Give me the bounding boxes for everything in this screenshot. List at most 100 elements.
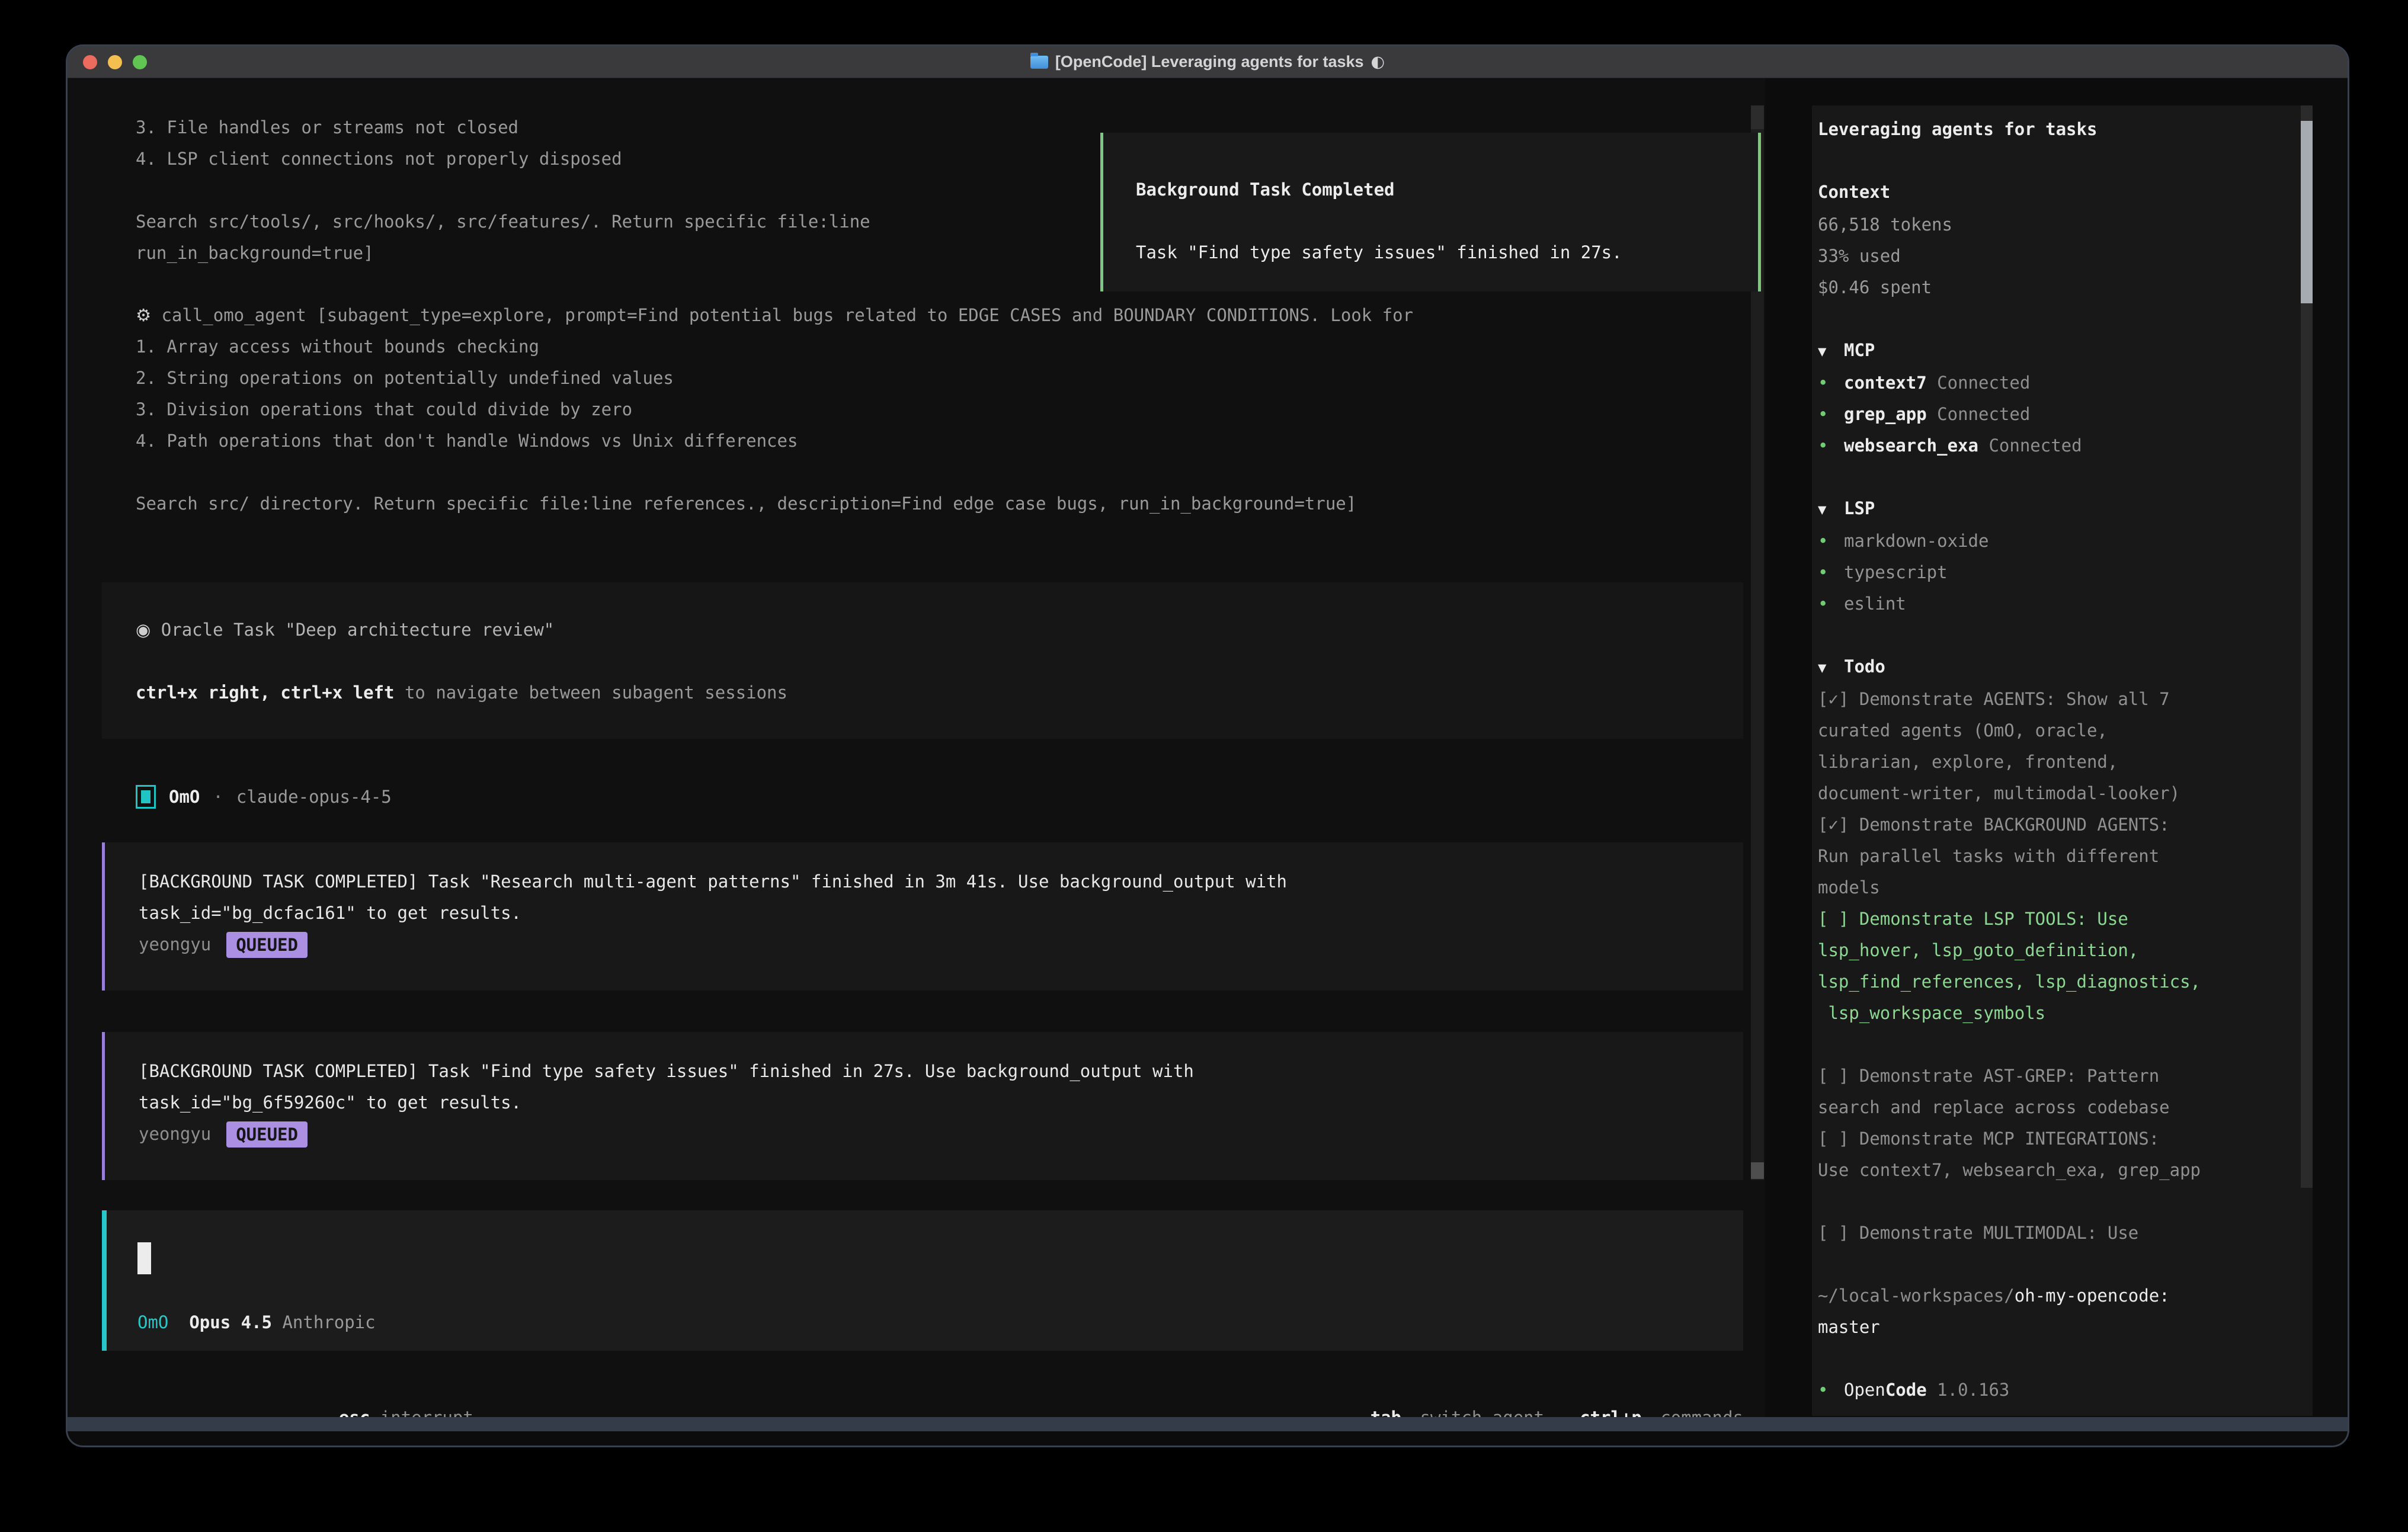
todo-line: curated agents (OmO, oracle, [1818,715,2292,746]
todo-line: [ ] Demonstrate LSP TOOLS: Use [1818,903,2292,935]
status-dot-icon: • [1818,1374,1844,1406]
status-dot-icon: • [1818,525,1844,557]
task-result-line2: task_id="bg_dcfac161" to get results. [139,898,1709,929]
prompt-input[interactable]: OmO Opus 4.5 Anthropic [102,1210,1743,1351]
task-author: yeongyu [139,929,211,960]
todo-line: Use context7, websearch_exa, grep_app [1818,1155,2292,1186]
workspace-path: ~/local-workspaces/oh-my-opencode: [1818,1280,2292,1312]
mcp-heading[interactable]: ▼MCP [1818,335,2292,367]
todo-line: [ ] Demonstrate AST-GREP: Pattern [1818,1060,2292,1092]
todo-line: [ ] Demonstrate MULTIMODAL: Use [1818,1217,2292,1249]
agent-name: OmO [169,787,200,807]
context-stats: 66,518 tokens33% used$0.46 spent [1818,209,2292,303]
todo-line: [✓] Demonstrate AGENTS: Show all 7 [1818,684,2292,715]
terminal-line: Search src/tools/, src/hooks/, src/featu… [136,206,870,238]
todo-line: Run parallel tasks with different [1818,841,2292,872]
agent-model: claude-opus-4-5 [236,787,392,807]
text-cursor [137,1242,151,1274]
mcp-list: •context7 Connected•grep_app Connected•w… [1818,367,2292,461]
todo-line: lsp_find_references, lsp_diagnostics, [1818,966,2292,998]
sidebar-scrollbar[interactable] [2301,105,2313,1188]
sidebar: Leveraging agents for tasks Context 66,5… [1812,105,2313,1416]
oracle-task-box: ◉ Oracle Task "Deep architecture review"… [102,582,1743,739]
todo-heading[interactable]: ▼Todo [1818,651,2292,684]
titlebar: [OpenCode] Leveraging agents for tasks ◐ [68,46,2348,78]
task-result-meta: yeongyu QUEUED [139,1118,1709,1150]
tool-call-text: call_omo_agent [subagent_type=explore, p… [151,305,1413,325]
close-button[interactable] [83,55,97,69]
terminal-body: 3. File handles or streams not closed4. … [68,78,2348,1431]
chevron-down-icon: ▼ [1818,336,1844,367]
terminal-window: [OpenCode] Leveraging agents for tasks ◐… [68,46,2348,1446]
todo-line: librarian, explore, frontend, [1818,746,2292,778]
todo-list: [✓] Demonstrate AGENTS: Show all 7curate… [1818,684,2292,1249]
chevron-down-icon: ▼ [1818,652,1844,684]
task-result-line1: [BACKGROUND TASK COMPLETED] Task "Find t… [139,1056,1709,1087]
terminal-line: 3. Division operations that could divide… [136,394,1413,425]
toast-body: Task "Find type safety issues" finished … [1136,237,1725,268]
status-dot-icon: • [1818,588,1844,620]
context-stat-line: 33% used [1818,241,2292,272]
chat-scrollbar-thumb[interactable] [1751,1162,1764,1179]
task-result-block: [BACKGROUND TASK COMPLETED] Task "Find t… [102,1032,1743,1180]
tool-call: ⚙ call_omo_agent [subagent_type=explore,… [136,300,1413,520]
todo-item: [ ] Demonstrate LSP TOOLS: Uselsp_hover,… [1818,903,2292,1029]
task-result-line2: task_id="bg_6f59260c" to get results. [139,1087,1709,1118]
context-heading: Context [1818,177,2292,209]
mcp-item: •context7 Connected [1818,367,2292,399]
todo-line: search and replace across codebase [1818,1092,2292,1123]
todo-line: models [1818,872,2292,903]
zoom-button[interactable] [133,55,147,69]
minimize-button[interactable] [108,55,122,69]
todo-line: [ ] Demonstrate MCP INTEGRATIONS: [1818,1123,2292,1155]
status-dot-icon: • [1818,430,1844,461]
task-result-block: [BACKGROUND TASK COMPLETED] Task "Resear… [102,842,1743,991]
version-row: •OpenCode 1.0.163 [1818,1374,2292,1406]
terminal-line: run_in_background=true] [136,238,870,269]
terminal-line: 2. String operations on potentially unde… [136,363,1413,394]
sidebar-scrollbar-thumb[interactable] [2301,121,2313,303]
mcp-item: •grep_app Connected [1818,399,2292,430]
todo-line: lsp_workspace_symbols [1818,998,2292,1029]
task-author: yeongyu [139,1118,211,1150]
context-stat-line: 66,518 tokens [1818,209,2292,241]
status-left: ▪▪▪▪▪▪▪▪▪esc interrupt [114,1371,473,1446]
background-task-toast: Background Task Completed Task "Find typ… [1100,133,1761,291]
status-bar: ▪▪▪▪▪▪▪▪▪esc interrupt tab switch agentc… [114,1371,1743,1446]
model-row: OmO Opus 4.5 Anthropic [137,1307,376,1338]
terminal-line: 4. LSP client connections not properly d… [136,143,870,175]
oracle-task-title-text: Oracle Task "Deep architecture review" [150,620,554,640]
todo-item: [ ] Demonstrate MCP INTEGRATIONS:Use con… [1818,1123,2292,1186]
status-right: tab switch agentctrl+p commands [1279,1371,1743,1446]
chat-scrollbar-thumb-top[interactable] [1751,105,1764,129]
agent-square-icon [136,785,156,809]
bell-state-icon: ◐ [1371,53,1385,71]
sidebar-content: Leveraging agents for tasks Context 66,5… [1818,114,2292,1406]
terminal-line: 1. Array access without bounds checking [136,331,1413,363]
context-stat-line: $0.46 spent [1818,272,2292,303]
status-badge: QUEUED [226,1121,308,1148]
mcp-item: •websearch_exa Connected [1818,430,2292,461]
status-dot-icon: • [1818,367,1844,399]
todo-item: [✓] Demonstrate BACKGROUND AGENTS:Run pa… [1818,809,2292,903]
todo-item: [ ] Demonstrate AST-GREP: Patternsearch … [1818,1060,2292,1123]
tool-call-footer: Search src/ directory. Return specific f… [136,488,1413,520]
traffic-lights [83,46,147,78]
task-result-meta: yeongyu QUEUED [139,929,1709,960]
subagent-nav-hint: ctrl+x right, ctrl+x left to navigate be… [136,677,1709,709]
lsp-heading[interactable]: ▼LSP [1818,493,2292,525]
window-title: [OpenCode] Leveraging agents for tasks ◐ [1030,53,1385,71]
status-badge: QUEUED [226,932,308,958]
status-dot-icon: • [1818,557,1844,588]
gear-icon: ⚙ [136,305,151,325]
lsp-item: •markdown-oxide [1818,525,2292,557]
tool-call-header: ⚙ call_omo_agent [subagent_type=explore,… [136,300,1413,331]
agent-header: OmO · claude-opus-4-5 [136,781,392,813]
input-model-name: Opus 4.5 [189,1312,272,1332]
todo-line: document-writer, multimodal-looker) [1818,778,2292,809]
separator-dot: · [213,787,223,807]
fisheye-icon: ◉ [136,620,150,640]
todo-item: [ ] Demonstrate MULTIMODAL: Use [1818,1217,2292,1249]
tool-call-items: 1. Array access without bounds checking2… [136,331,1413,457]
hint-text: to navigate between subagent sessions [395,682,787,703]
